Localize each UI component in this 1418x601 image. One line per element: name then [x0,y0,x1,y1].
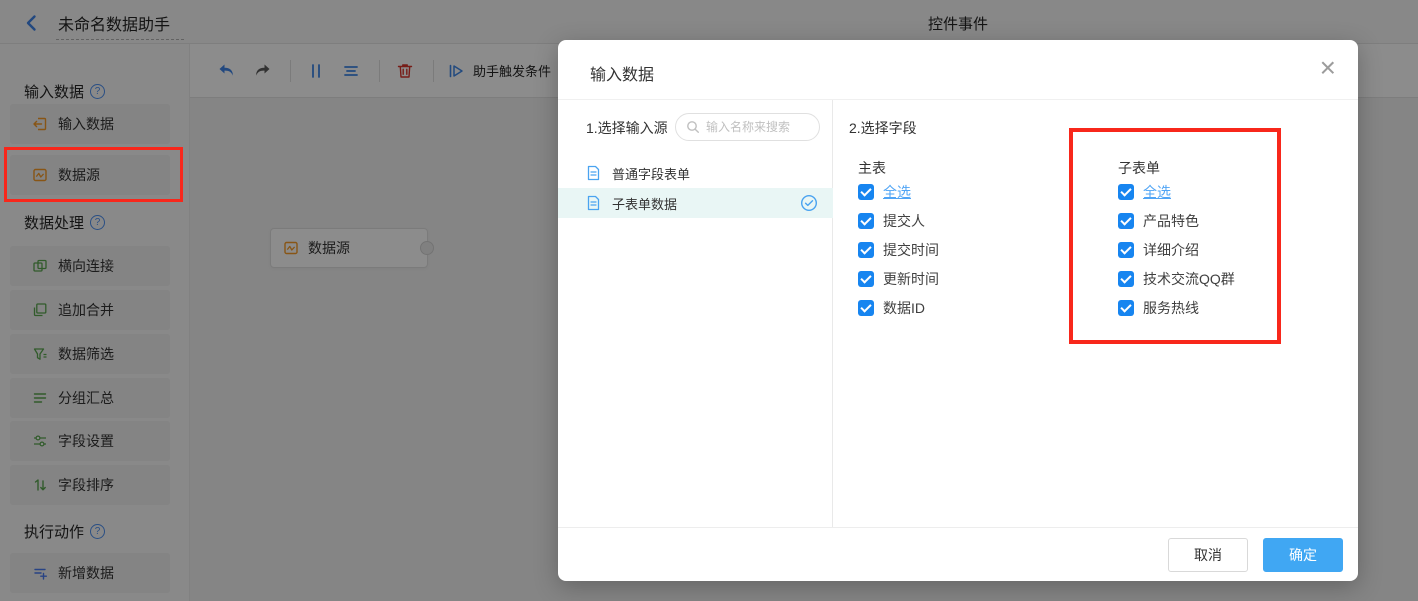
checkbox-field[interactable]: 更新时间 [858,271,939,287]
checkbox-checked-icon[interactable] [858,184,874,200]
checkbox-field[interactable]: 产品特色 [1118,213,1235,229]
field-group-title: 主表 [858,160,886,176]
checkbox-checked-icon[interactable] [858,300,874,316]
checkbox-field[interactable]: 提交时间 [858,242,939,258]
checkbox-checked-icon[interactable] [1118,271,1134,287]
source-panel: 1.选择输入源 普通字段表单 子表单 [558,100,833,527]
modal-body: 1.选择输入源 普通字段表单 子表单 [558,100,1358,527]
step1-label: 1.选择输入源 [586,120,668,136]
checkbox-select-all[interactable]: 全选 [1118,184,1235,200]
document-icon [586,165,601,181]
checkbox-checked-icon[interactable] [1118,184,1134,200]
checkbox-field[interactable]: 数据ID [858,300,939,316]
field-group-title: 子表单 [1118,160,1160,176]
search-box[interactable] [675,113,820,141]
checkbox-checked-icon[interactable] [858,213,874,229]
checkbox-field[interactable]: 提交人 [858,213,939,229]
input-data-modal: 输入数据 × 1.选择输入源 普通字段表单 [558,40,1358,581]
checkbox-field[interactable]: 技术交流QQ群 [1118,271,1235,287]
search-input[interactable] [706,120,811,134]
modal-footer: 取消 确定 [558,527,1358,581]
app-root: 未命名数据助手 控件事件 输入数据 ? 输入数据 数据源 数据处理 ? 横向连接… [0,0,1418,601]
circle-check-icon [800,194,818,212]
step2-label: 2.选择字段 [849,120,917,136]
field-group-subform: 子表单 全选 产品特色 详细介绍 技术交流QQ群 服务热线 [1118,158,1235,316]
modal-title: 输入数据 [590,67,655,84]
close-icon[interactable]: × [1320,52,1336,84]
checkbox-field[interactable]: 服务热线 [1118,300,1235,316]
document-icon [586,195,601,211]
source-item-normal-form[interactable]: 普通字段表单 [558,158,833,188]
checkbox-checked-icon[interactable] [858,271,874,287]
field-panel: 2.选择字段 主表 全选 提交人 提交时间 更新时间 数据ID 子表单 全选 产… [833,100,1358,527]
source-item-subform-data[interactable]: 子表单数据 [558,188,833,218]
cancel-button[interactable]: 取消 [1168,538,1248,572]
checkbox-select-all[interactable]: 全选 [858,184,939,200]
checkbox-checked-icon[interactable] [1118,213,1134,229]
checkbox-checked-icon[interactable] [858,242,874,258]
checkbox-checked-icon[interactable] [1118,242,1134,258]
confirm-button[interactable]: 确定 [1263,538,1343,572]
field-group-main-table: 主表 全选 提交人 提交时间 更新时间 数据ID [858,158,939,316]
modal-header: 输入数据 × [558,40,1358,100]
magnifier-icon [686,120,700,134]
source-item-label: 普通字段表单 [612,166,691,182]
checkbox-checked-icon[interactable] [1118,300,1134,316]
source-item-label: 子表单数据 [612,196,678,212]
checkbox-field[interactable]: 详细介绍 [1118,242,1235,258]
